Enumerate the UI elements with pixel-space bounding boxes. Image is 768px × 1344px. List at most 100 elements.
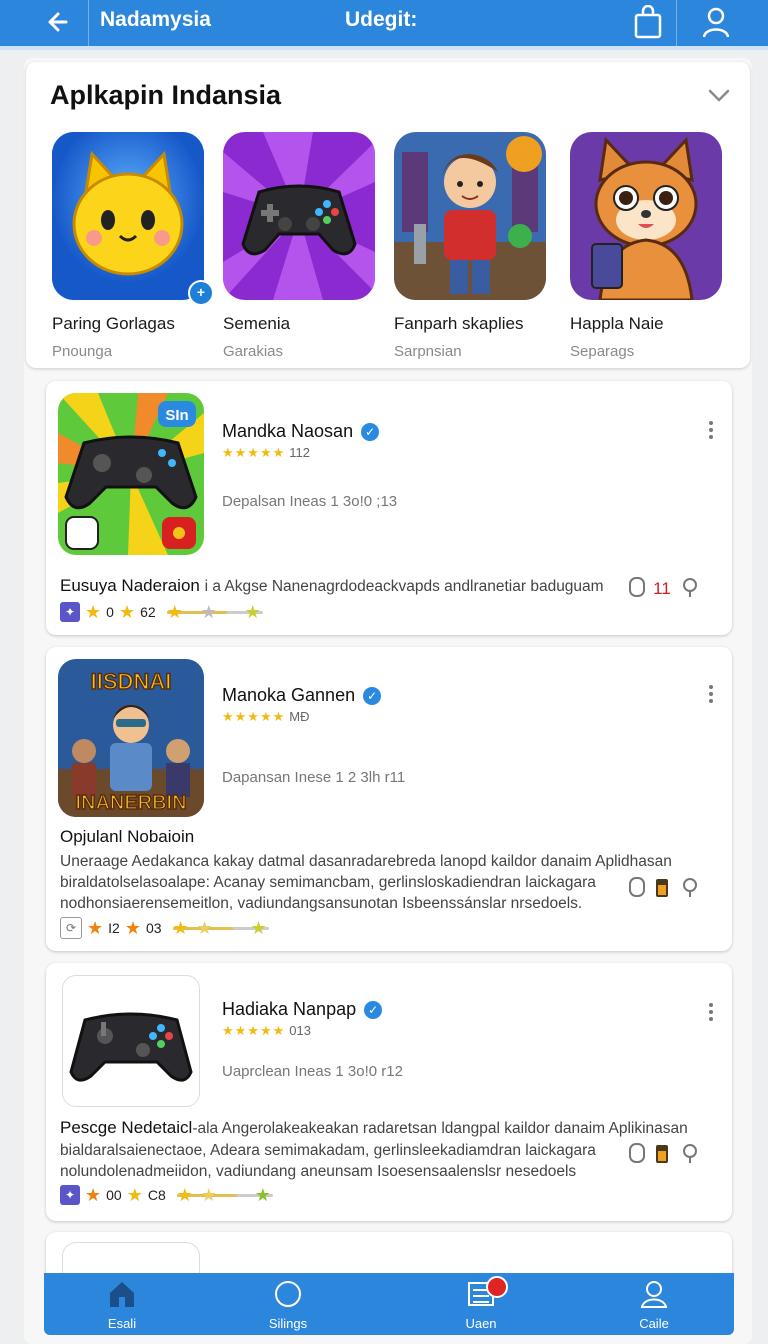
rating-stars-icon: ★★★★★ <box>222 709 286 724</box>
card-description: bialdaralsaienectaoe, Adeara semimakadam… <box>60 1142 596 1180</box>
verified-check-icon: ✓ <box>363 687 382 705</box>
rating-stars-icon: ★★★★★ <box>222 1023 286 1038</box>
poster-title: IISDNAI <box>91 669 172 694</box>
game-character-icon <box>394 132 546 300</box>
puzzle-icon: ✦ <box>60 1185 80 1205</box>
nav-settings[interactable]: Silings <box>238 1279 338 1331</box>
stat-value: C8 <box>147 1187 166 1203</box>
rating-slider[interactable]: ★ ★ ★ <box>176 1185 273 1205</box>
back-arrow-icon[interactable] <box>44 7 74 37</box>
rating-slider[interactable]: ★ ★ ★ <box>172 918 269 938</box>
page-title: Udegit: <box>345 8 418 31</box>
app-name: Mandka Naosan ✓ <box>222 421 380 442</box>
app-listing-card[interactable]: SIn Mandka Naosan ✓ ★★★★★ 112 Depalsan Ine… <box>46 381 732 635</box>
profile-icon <box>640 1281 668 1308</box>
poster-subtitle: INANERBIN <box>75 792 186 814</box>
app-name: Happla Naie <box>570 314 664 333</box>
game-poster-icon: IISDNAI INANERBIN <box>58 659 204 817</box>
bookmark-icon <box>629 877 645 897</box>
section-title: Aplkapin Indansia <box>50 80 282 110</box>
nav-profile[interactable]: Caile <box>604 1279 704 1331</box>
app-name: Manoka Gannen ✓ <box>222 685 382 706</box>
star-icon: ★ <box>118 601 136 622</box>
nav-home[interactable]: Esali <box>72 1279 172 1331</box>
card-stats: ✦ ★ 00 ★ C8 ★ ★ ★ <box>60 1184 273 1206</box>
more-options-icon[interactable] <box>708 421 714 442</box>
app-listing-card[interactable]: IISDNAI INANERBIN Manoka Gannen ✓ ★★★★★ MÐ… <box>46 647 732 951</box>
nav-label: Silings <box>268 1316 308 1331</box>
more-options-icon[interactable] <box>708 1003 714 1024</box>
stat-value: 0 <box>106 604 114 620</box>
gamepad-icon: SIn <box>58 393 204 555</box>
app-meta: Depalsan Ineas 1 3o!0 ;13 <box>222 493 398 510</box>
puzzle-icon: ✦ <box>60 602 80 622</box>
location-pin-icon <box>683 578 697 592</box>
app-category: Pnounga <box>52 343 113 360</box>
featured-app-card[interactable]: Semenia Garakias <box>223 132 383 360</box>
star-icon: ★ <box>85 601 102 622</box>
nav-label: Uaen <box>465 1316 497 1331</box>
badge-text: SIn <box>165 407 188 424</box>
card-description: Uneraage Aedakanca kakay datmal dasanrad… <box>60 853 672 912</box>
app-rating: ★★★★★ MÐ <box>222 709 310 724</box>
app-category: Garakias <box>223 343 284 360</box>
nav-list[interactable]: Uaen <box>431 1279 531 1331</box>
app-meta: Dapansan Inese 1 2 3lh r11 <box>222 769 406 786</box>
app-listing-card[interactable]: Hadiaka Nanpap ✓ ★★★★★ 013 Uaprclean Ineas… <box>46 963 732 1221</box>
rating-slider[interactable]: ★ ★ ★ <box>166 602 263 622</box>
bookmark-icon <box>629 1143 645 1163</box>
stat-value: I2 <box>108 920 120 936</box>
app-name: Fanparh skaplies <box>394 314 524 333</box>
rating-stars-icon: ★★★★★ <box>222 445 286 460</box>
gamepad-icon <box>223 132 375 300</box>
location-pin-icon <box>683 878 697 892</box>
stat-value: 62 <box>140 604 156 620</box>
featured-app-card[interactable]: Fanparh skaplies Sarpnsian <box>394 132 554 360</box>
verified-check-icon: ✓ <box>364 1001 383 1019</box>
featured-app-card[interactable]: Happla Naie Separags <box>570 132 730 360</box>
notification-badge-icon <box>486 1276 508 1298</box>
nav-label: Caile <box>639 1316 669 1331</box>
verified-check-icon: ✓ <box>361 423 380 441</box>
app-rating: ★★★★★ 013 <box>222 1023 311 1038</box>
app-name: Hadiaka Nanpap ✓ <box>222 999 383 1020</box>
bottom-navigation: Esali Silings Uaen Caile <box>44 1273 734 1335</box>
featured-app-card[interactable]: Paring Gorlagas Pnounga <box>52 132 212 360</box>
card-heading: Opjulanl Nobaioin <box>60 827 195 846</box>
more-options-icon[interactable] <box>708 685 714 706</box>
app-category: Separags <box>570 343 635 360</box>
card-actions: 11 <box>628 575 704 599</box>
app-title: Nadamysia <box>100 8 211 31</box>
nav-label: Esali <box>107 1316 137 1331</box>
card-heading: Pescge Nedetaicl-ala Angerolakeakeakan r… <box>60 1118 688 1137</box>
card-actions <box>628 1141 704 1165</box>
app-name: Paring Gorlagas <box>52 314 175 333</box>
divider <box>88 0 89 46</box>
stat-value: 03 <box>145 920 162 936</box>
user-account-icon[interactable] <box>700 5 732 39</box>
yellow-cat-icon <box>52 132 204 300</box>
stat-value: 00 <box>106 1187 122 1203</box>
shopping-bag-icon[interactable] <box>632 5 664 39</box>
chevron-down-icon[interactable] <box>706 82 732 108</box>
app-name: Semenia <box>223 314 291 333</box>
star-icon: ★ <box>124 917 141 938</box>
app-meta: Uaprclean Ineas 1 3o!0 r12 <box>222 1063 403 1080</box>
featured-apps-section: Aplkapin Indansia Paring Gorlagas Pnoung… <box>26 62 750 368</box>
action-count: 11 <box>653 579 671 598</box>
refresh-icon: ⟳ <box>60 917 82 939</box>
star-icon: ★ <box>126 1184 143 1205</box>
card-actions <box>628 875 704 899</box>
divider <box>676 0 677 46</box>
install-badge-icon[interactable]: + <box>188 280 214 306</box>
fox-character-icon <box>570 132 722 300</box>
gamepad-icon <box>62 975 200 1107</box>
home-icon <box>110 1282 134 1307</box>
circle-icon <box>275 1281 301 1307</box>
top-app-bar: Nadamysia Udegit: <box>0 0 768 50</box>
star-icon: ★ <box>87 917 104 938</box>
app-rating: ★★★★★ 112 <box>222 445 311 460</box>
card-stats: ✦ ★ 0 ★ 62 ★ ★ ★ <box>60 601 263 623</box>
location-pin-icon <box>683 1144 697 1158</box>
bookmark-icon <box>629 577 645 597</box>
